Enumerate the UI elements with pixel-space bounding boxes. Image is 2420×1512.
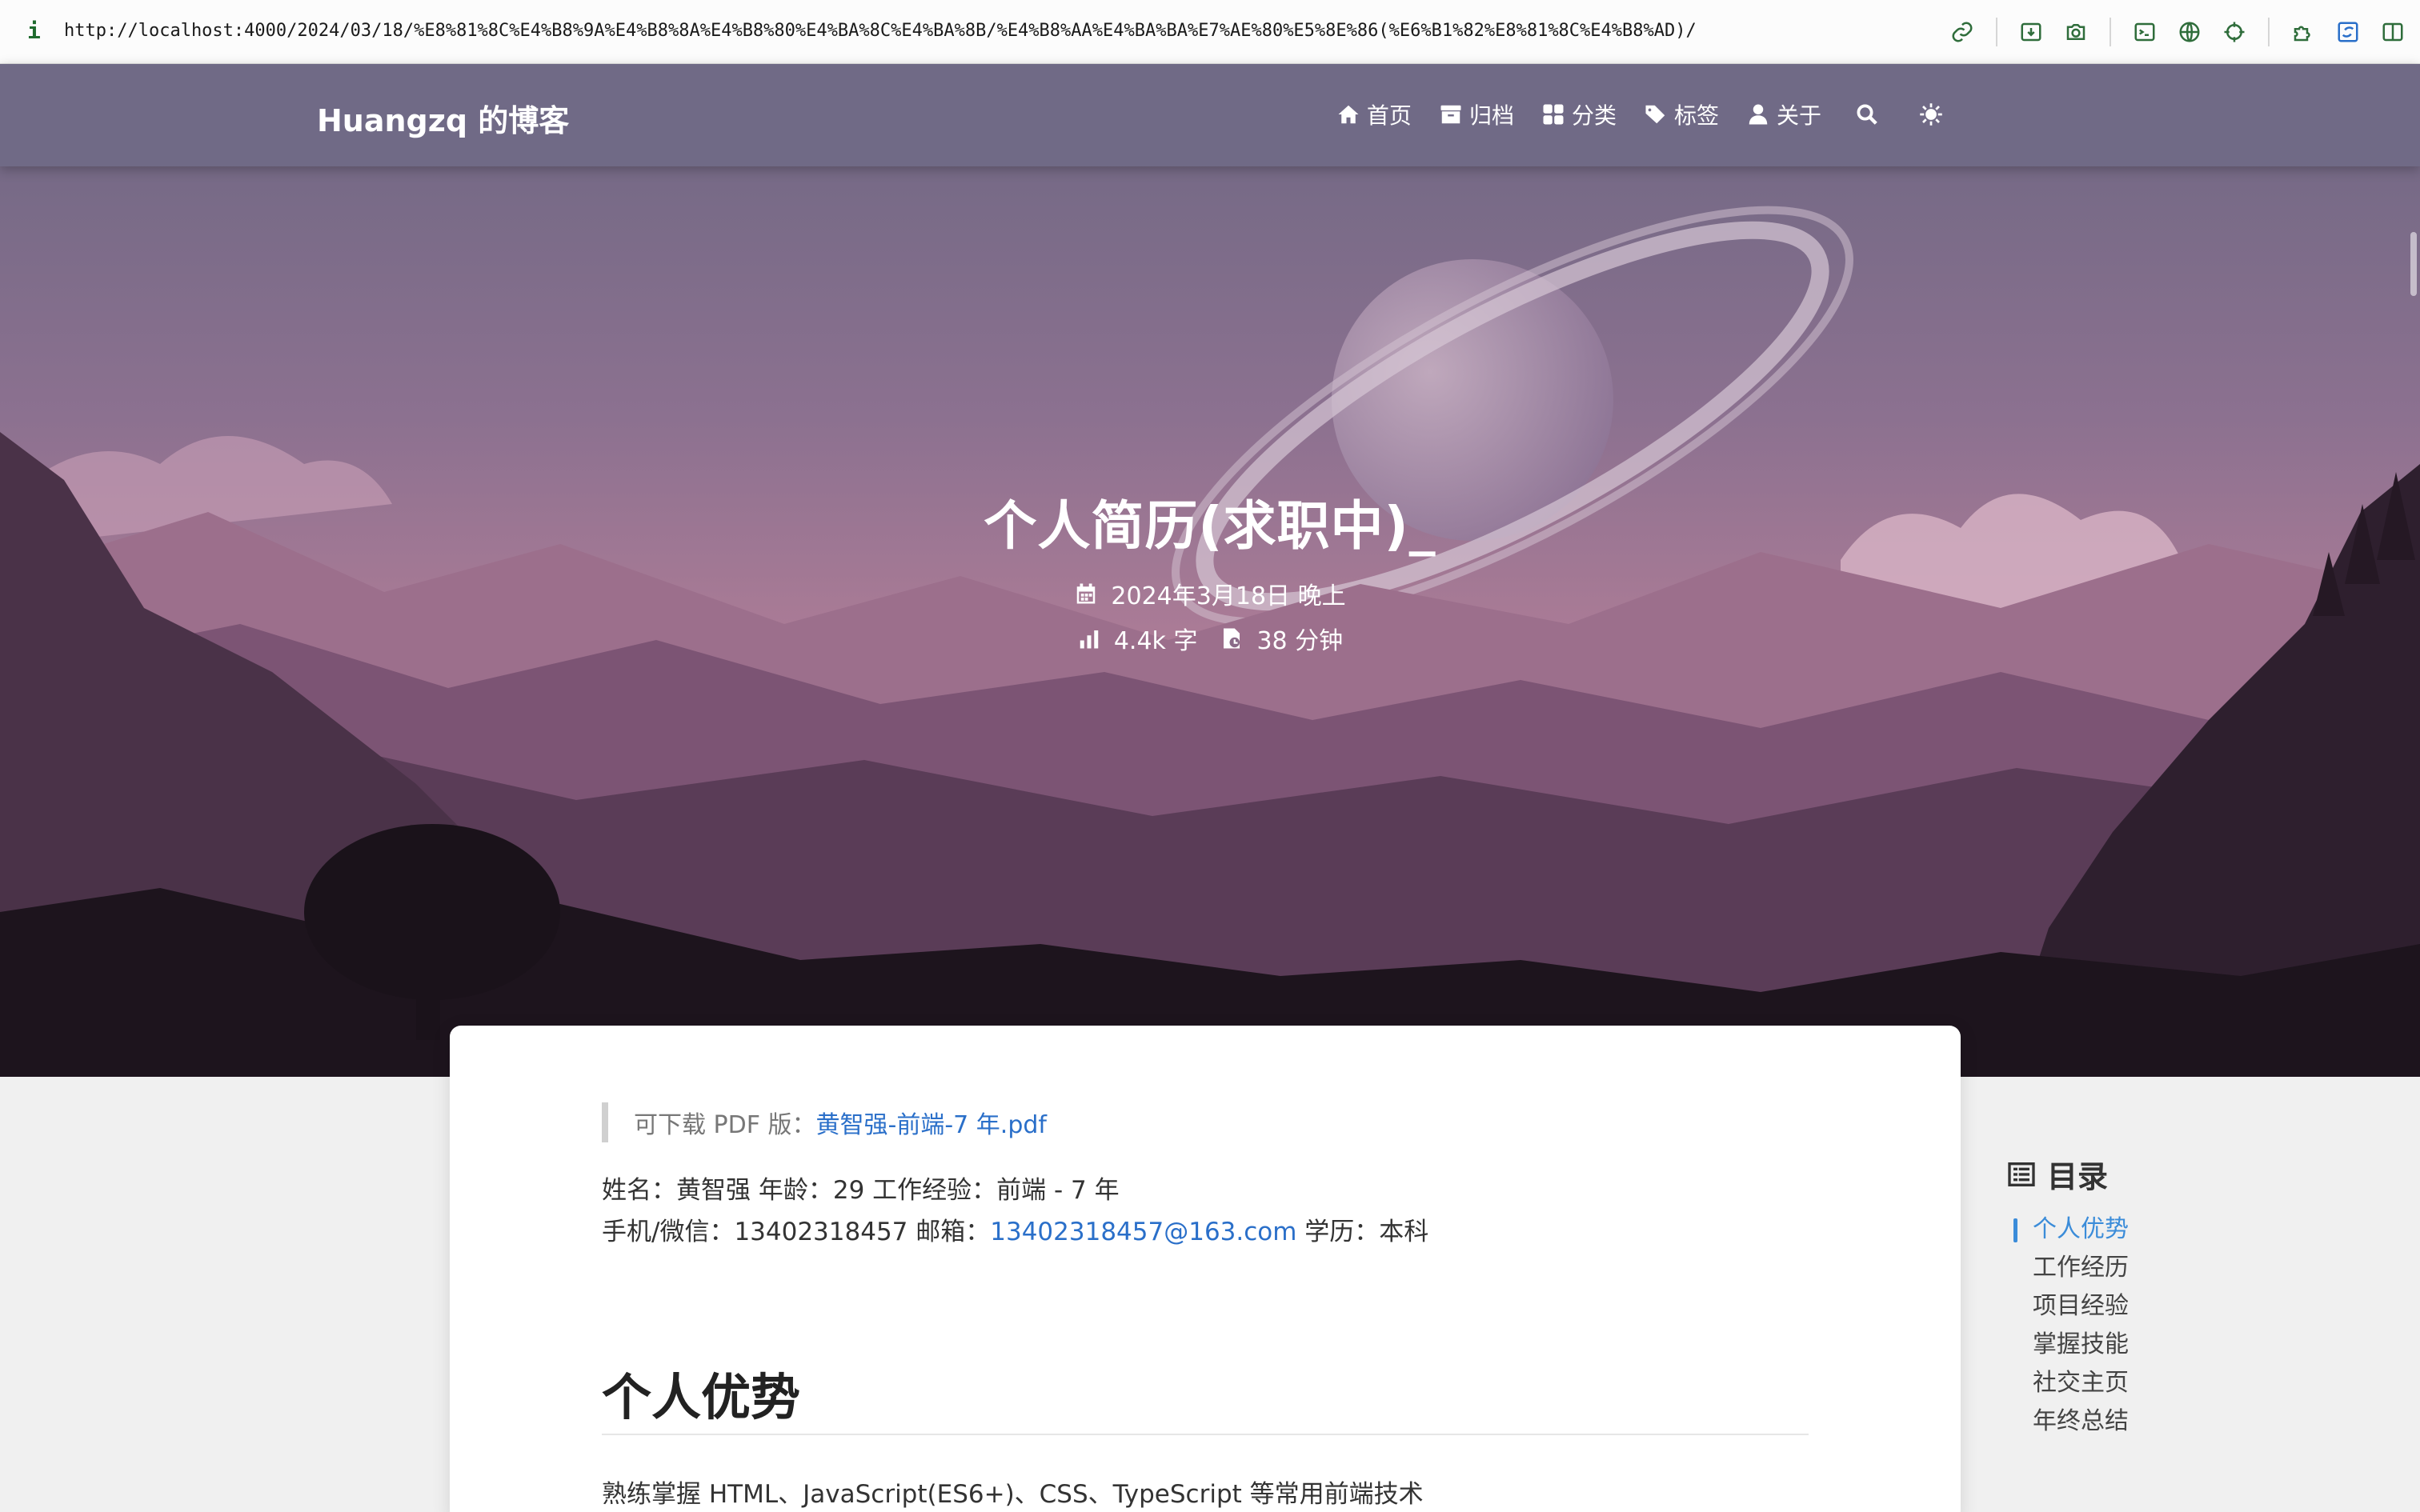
bar-chart-icon (1080, 630, 1099, 649)
post-stats-row: 4.4k 字 38 分钟 (0, 621, 2420, 656)
toc-item-year-summary[interactable]: 年终总结 (2005, 1402, 2246, 1441)
word-count: 4.4k 字 (1077, 621, 1198, 656)
email-link[interactable]: 13402318457@163.com (990, 1218, 1296, 1246)
toc-item-advantages[interactable]: 个人优势 (2005, 1210, 2246, 1249)
post-date-row: 2024年3月18日 晚上 (0, 576, 2420, 611)
toolbar-divider (2268, 18, 2270, 46)
search-button[interactable] (1855, 102, 1885, 126)
extension-icon[interactable] (2287, 16, 2319, 48)
user-icon (1749, 104, 1768, 125)
toc-item-projects[interactable]: 项目经验 (2005, 1287, 2246, 1326)
contact-suffix: 学历：本科 (1296, 1218, 1429, 1246)
word-count-text: 4.4k 字 (1113, 627, 1198, 655)
scrollbar-thumb[interactable] (2410, 232, 2417, 296)
hero-banner (0, 64, 2420, 1077)
section-heading: 个人优势 (602, 1368, 801, 1426)
download-icon[interactable] (2015, 16, 2047, 48)
toc-title-text: 目录 (2047, 1159, 2109, 1194)
post-date: 2024年3月18日 晚上 (1074, 576, 1346, 611)
tags-icon (1645, 105, 1665, 124)
camera-icon[interactable] (2060, 16, 2092, 48)
nav-item-archive[interactable]: 归档 (1439, 98, 1514, 130)
table-of-contents: 目录 个人优势 工作经历 项目经验 掌握技能 社交主页 年终总结 (2005, 1152, 2246, 1441)
sidebar-icon[interactable] (2377, 16, 2409, 48)
home-icon (1338, 105, 1359, 124)
globe-icon[interactable] (2174, 16, 2206, 48)
toc-item-skills[interactable]: 掌握技能 (2005, 1326, 2246, 1364)
crosshair-icon[interactable] (2218, 16, 2250, 48)
nav-item-about[interactable]: 关于 (1746, 98, 1821, 130)
pdf-download-link[interactable]: 黄智强-前端-7 年.pdf (816, 1105, 1047, 1140)
nav-item-tags[interactable]: 标签 (1644, 98, 1719, 130)
browser-url-bar: i http://localhost:4000/2024/03/18/%E8%8… (0, 0, 2420, 64)
search-icon (1857, 104, 1877, 125)
section-paragraph: 熟练掌握 HTML、JavaScript(ES6+)、CSS、TypeScrip… (602, 1480, 1424, 1509)
read-time: 38 分钟 (1220, 621, 1343, 656)
archive-icon (1440, 105, 1461, 124)
hero-illustration (0, 64, 2420, 1077)
section-divider (602, 1434, 1809, 1435)
sun-icon (1920, 103, 1942, 126)
read-time-text: 38 分钟 (1256, 627, 1344, 655)
calendar-icon (1077, 583, 1096, 604)
nav-item-label: 标签 (1673, 102, 1719, 129)
contact-prefix: 手机/微信：13402318457 邮箱： (602, 1218, 991, 1246)
terminal-icon[interactable] (2129, 16, 2161, 48)
toolbar-divider (2109, 18, 2111, 46)
contact-info-line: 手机/微信：13402318457 邮箱：13402318457@163.com… (602, 1211, 1428, 1247)
site-title[interactable]: Huangzq 的博客 (317, 96, 569, 140)
url-text[interactable]: http://localhost:4000/2024/03/18/%E8%81%… (64, 21, 1697, 41)
article-card: 可下载 PDF 版： 黄智强-前端-7 年.pdf 姓名：黄智强 年龄：29 工… (450, 1026, 1961, 1512)
toolbar-divider (1996, 18, 1997, 46)
main-nav: 首页 归档 分类 标签 关于 (1309, 94, 1949, 134)
nav-item-home[interactable]: 首页 (1336, 98, 1412, 130)
post-title: 个人简历(求职中)_ (984, 495, 1436, 557)
toc-heading: 目录 (2005, 1152, 2246, 1196)
nav-item-label: 首页 (1366, 102, 1412, 129)
clock-file-icon (1224, 628, 1240, 649)
link-icon[interactable] (1946, 16, 1978, 48)
grid-icon (1543, 104, 1564, 125)
sync-icon[interactable] (2332, 16, 2364, 48)
personal-info-line: 姓名：黄智强 年龄：29 工作经验：前端 - 7 年 (602, 1176, 1120, 1205)
list-icon (2008, 1162, 2035, 1186)
site-info-icon[interactable]: i (27, 18, 41, 44)
page-scrollbar[interactable] (2406, 64, 2420, 1512)
nav-item-label: 关于 (1776, 102, 1821, 129)
site-header: Huangzq 的博客 首页 归档 分类 标签 关于 (0, 64, 2420, 166)
nav-item-label: 归档 (1468, 102, 1514, 129)
nav-item-label: 分类 (1571, 102, 1617, 129)
toc-list: 个人优势 工作经历 项目经验 掌握技能 社交主页 年终总结 (2005, 1210, 2246, 1441)
theme-toggle-button[interactable] (1919, 102, 1949, 126)
nav-item-categories[interactable]: 分类 (1541, 98, 1617, 130)
pdf-download-quote: 可下载 PDF 版： 黄智强-前端-7 年.pdf (602, 1102, 1047, 1142)
post-date-text: 2024年3月18日 晚上 (1111, 582, 1346, 610)
toc-item-work-history[interactable]: 工作经历 (2005, 1249, 2246, 1287)
quote-prefix: 可下载 PDF 版： (634, 1111, 816, 1139)
browser-toolbar (1933, 14, 2420, 50)
toc-item-social[interactable]: 社交主页 (2005, 1364, 2246, 1402)
